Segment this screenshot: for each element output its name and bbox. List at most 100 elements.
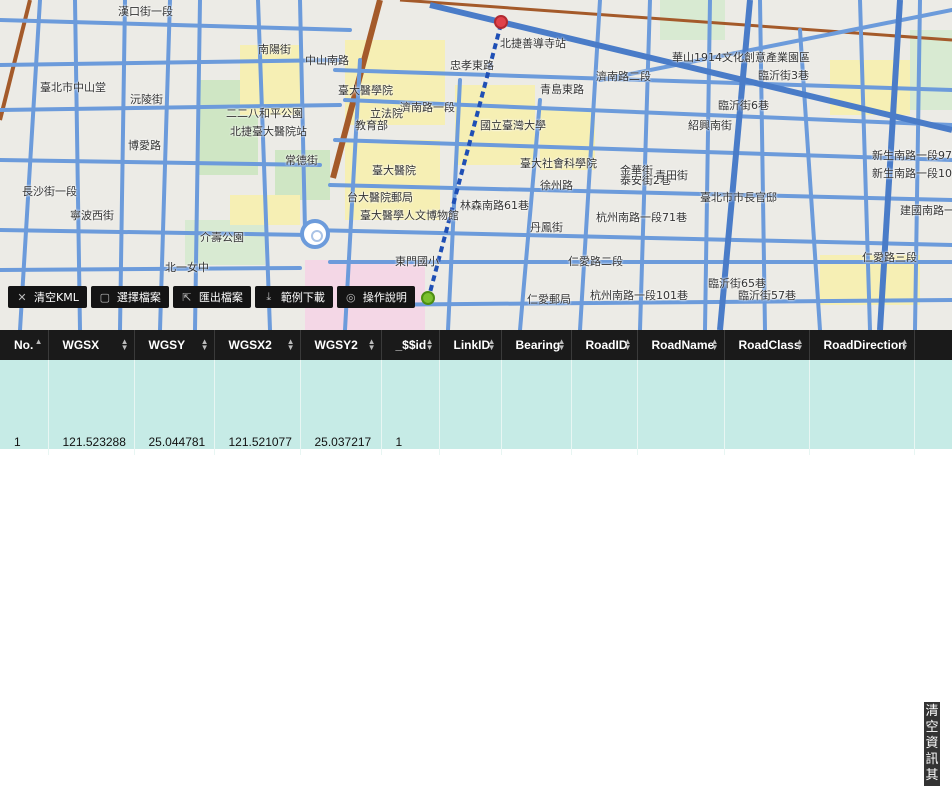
map-label: 東門國小 (395, 255, 439, 268)
cell-wgsy: 25.044781 (134, 360, 215, 455)
column-header-linkid[interactable]: LinkID ▲ ▼ (439, 330, 502, 360)
map-label: 北捷臺大醫院站 (230, 125, 307, 138)
clear-info-char: 訊 (925, 752, 939, 767)
map-label: 臺北市市長官邸 (700, 191, 777, 204)
data-grid: No. ▲ WGSX ▲ ▼ WGSY ▲ ▼ WGSX2 ▲ ▼ WGSY2 ▲ ▼ _$$id… (0, 330, 952, 786)
cell-roadname (637, 360, 725, 455)
map-label: 杭州南路一段71巷 (596, 211, 687, 224)
map-label: 中山南路 (305, 54, 349, 67)
column-header-no[interactable]: No. ▲ (0, 330, 49, 360)
map-label: 徐州路 (540, 179, 573, 192)
map-label: 仁愛郵局 (527, 293, 571, 306)
sort-icon: ▲ ▼ (710, 337, 719, 352)
table-row[interactable]: 1 121.523288 25.044781 121.521077 25.037… (0, 360, 952, 455)
map-label: 仁愛路二段 (568, 255, 623, 268)
map-label: 華山1914文化創意產業園區 (672, 51, 810, 64)
map-label: 博愛路 (128, 139, 161, 152)
close-icon: ✕ (17, 290, 27, 304)
map-label: 臨沂街6巷 (718, 99, 769, 112)
clear-kml-button[interactable]: ✕ 清空KML (8, 286, 87, 308)
cell-linkid (439, 360, 502, 455)
export-file-button[interactable]: ⇱ 匯出檔案 (172, 286, 251, 308)
column-header-wgsx2[interactable]: WGSX2 ▲ ▼ (214, 330, 301, 360)
sort-icon: ▲ ▼ (367, 337, 376, 352)
clear-info-char: 其 (925, 768, 939, 783)
sort-icon: ▲ ▼ (487, 337, 496, 352)
cell-no: 1 (0, 360, 49, 455)
column-header-roadclass[interactable]: RoadClass ▲ ▼ (724, 330, 810, 360)
map-label: 南陽街 (258, 43, 291, 56)
map-label: 長沙街一段 (22, 185, 77, 198)
map-toolbar: ✕ 清空KML ▢ 選擇檔案 ⇱ 匯出檔案 ⤓ 範例下載 ◎ 操作說明 (8, 286, 415, 308)
sort-icon: ▲ ▼ (425, 337, 434, 352)
cell-wgsx: 121.523288 (48, 360, 135, 455)
sort-icon: ▲ ▼ (623, 337, 632, 352)
column-header-roadname[interactable]: RoadName ▲ ▼ (637, 330, 725, 360)
cell-roadid (571, 360, 638, 455)
map-label: 新生南路一段103巷 (872, 167, 952, 180)
sort-icon: ▲ ▼ (120, 337, 129, 352)
map-label: 丹鳳街 (530, 221, 563, 234)
sort-icon: ▲ ▼ (286, 337, 295, 352)
map-label: 台大醫院郵局 (347, 191, 413, 204)
export-icon: ⇱ (182, 290, 192, 304)
cell-wgsy2: 25.037217 (300, 360, 382, 455)
map-label: 教育部 (355, 119, 388, 132)
map-label: 臨沂街3巷 (758, 69, 809, 82)
map-label: 濟南路一段 (400, 101, 455, 114)
map-label: 漢口街一段 (118, 5, 173, 18)
locate-icon[interactable] (300, 219, 330, 249)
map-label: 新生南路一段97巷 (872, 149, 952, 162)
map-label: 青田街 (655, 169, 688, 182)
column-header-id[interactable]: _$$id ▲ ▼ (381, 330, 440, 360)
map-label: 忠孝東路 (450, 59, 494, 72)
column-header-wgsy[interactable]: WGSY ▲ ▼ (134, 330, 215, 360)
column-header-extra (914, 330, 952, 360)
cell-bearing (501, 360, 572, 455)
map-label: 介壽公園 (200, 231, 244, 244)
map-label: 臺大社會科學院 (520, 157, 597, 170)
map-label: 二二八和平公園 (226, 107, 303, 120)
help-label: 操作說明 (362, 291, 407, 304)
folder-icon: ▢ (99, 290, 111, 304)
sort-icon: ▲ ▼ (200, 337, 209, 352)
clear-info-button[interactable]: 清 空 資 訊 其 (924, 702, 940, 786)
column-header-bearing[interactable]: Bearing ▲ ▼ (501, 330, 572, 360)
map-label: 建國南路一段 (900, 204, 952, 217)
column-header-wgsy2[interactable]: WGSY2 ▲ ▼ (300, 330, 382, 360)
route-start-marker[interactable] (494, 15, 508, 29)
map-label: 臨沂街57巷 (738, 289, 796, 302)
map-label: 仁愛路三段 (862, 251, 917, 264)
choose-file-button[interactable]: ▢ 選擇檔案 (90, 286, 169, 308)
column-header-roadid[interactable]: RoadID ▲ ▼ (571, 330, 638, 360)
clear-kml-label: 清空KML (34, 291, 79, 304)
column-header-roaddirection[interactable]: RoadDirection ▲ ▼ (809, 330, 915, 360)
map-view[interactable]: 漢口街一段 南陽街 中山南路 臺大醫學院 二二八和平公園 北捷臺大醫院站 常德街… (0, 0, 952, 330)
map-label: 北捷善導寺站 (500, 37, 566, 50)
map-label: 青島東路 (540, 83, 584, 96)
export-file-label: 匯出檔案 (198, 291, 243, 304)
route-end-marker[interactable] (421, 291, 435, 305)
cell-roadclass (724, 360, 810, 455)
header-row: No. ▲ WGSX ▲ ▼ WGSY ▲ ▼ WGSX2 ▲ ▼ WGSY2 ▲ ▼ _$$id… (0, 330, 952, 360)
column-header-wgsx[interactable]: WGSX ▲ ▼ (48, 330, 135, 360)
help-button[interactable]: ◎ 操作說明 (336, 286, 415, 308)
map-canvas (0, 0, 952, 330)
map-label: 國立臺灣大學 (480, 119, 546, 132)
map-label: 杭州南路一段101巷 (590, 289, 688, 302)
cell-wgsx2: 121.521077 (214, 360, 301, 455)
map-label: 沅陵街 (130, 93, 163, 106)
map-label: 臺大醫學院 (338, 84, 393, 97)
map-label: 臺大醫學人文博物館 (360, 209, 459, 222)
sample-download-label: 範例下載 (280, 291, 325, 304)
clear-info-char: 資 (925, 736, 939, 751)
clear-info-char: 清 (925, 704, 939, 719)
choose-file-label: 選擇檔案 (116, 291, 161, 304)
clear-info-char: 空 (925, 720, 939, 735)
sort-icon: ▲ ▼ (900, 337, 909, 352)
cell-roaddirection (809, 360, 915, 455)
sort-asc-icon: ▲ (34, 337, 43, 346)
sample-download-button[interactable]: ⤓ 範例下載 (254, 286, 333, 308)
map-label: 紹興南街 (688, 119, 732, 132)
cell-extra (914, 360, 952, 455)
